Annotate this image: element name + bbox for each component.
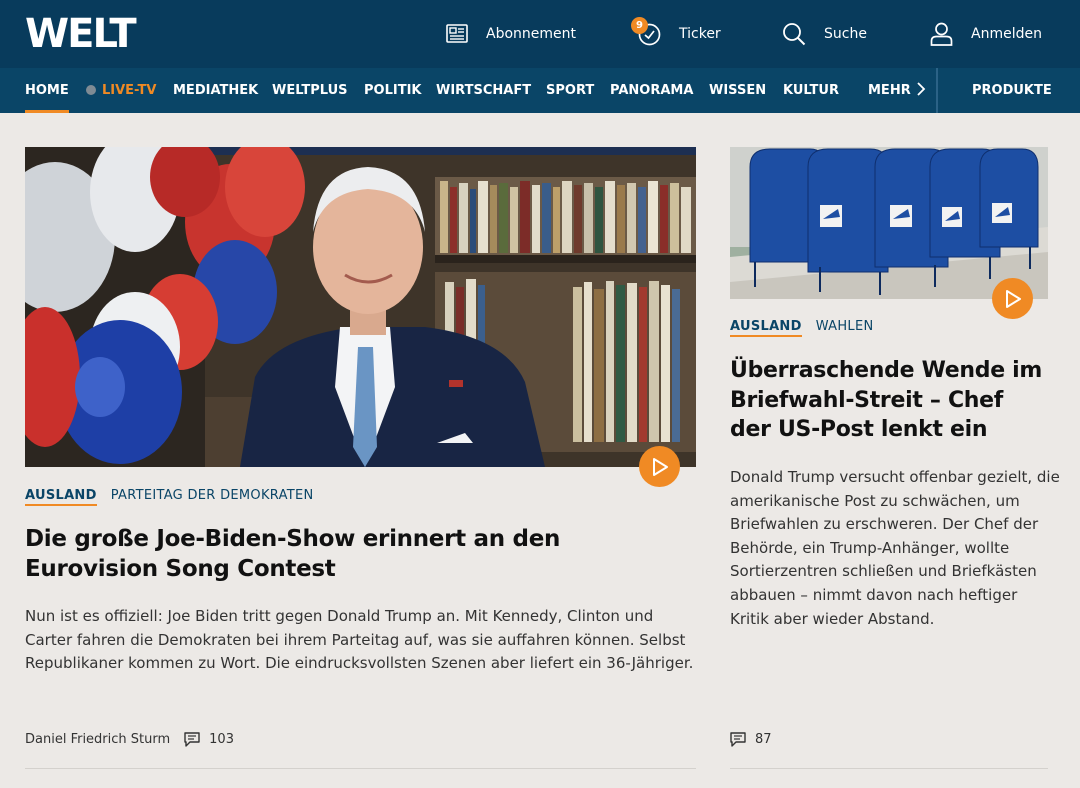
- side-article-headline[interactable]: Überraschende Wende im Briefwahl-Streit …: [730, 356, 1048, 445]
- nav-sport[interactable]: SPORT: [546, 68, 594, 113]
- nav-mehr-label: MEHR: [868, 83, 911, 98]
- main-article-comment-count[interactable]: 103: [209, 732, 234, 747]
- nav-live-tv[interactable]: LIVE-TV: [86, 68, 156, 113]
- nav-mediathek[interactable]: MEDIATHEK: [173, 68, 258, 113]
- nav-produkte[interactable]: PRODUKTE: [972, 68, 1052, 113]
- nav-panorama[interactable]: PANORAMA: [610, 68, 693, 113]
- side-article-topic[interactable]: WAHLEN: [816, 319, 874, 334]
- main-article-kicker: AUSLAND PARTEITAG DER DEMOKRATEN: [25, 488, 314, 506]
- nav-kultur[interactable]: KULTUR: [783, 68, 839, 113]
- subscription-label: Abonnement: [486, 26, 577, 42]
- user-icon: [930, 22, 953, 46]
- mailboxes-photo: [730, 147, 1048, 299]
- nav-wirtschaft[interactable]: WIRTSCHAFT: [436, 68, 531, 113]
- newspaper-icon: [446, 24, 468, 43]
- main-navigation: HOME LIVE-TV MEDIATHEK WELTPLUS POLITIK …: [0, 68, 1080, 113]
- main-article-divider: [25, 768, 696, 769]
- subscription-link[interactable]: Abonnement: [446, 18, 576, 50]
- live-dot-icon: [86, 85, 96, 95]
- login-label: Anmelden: [971, 26, 1042, 42]
- nav-live-tv-label: LIVE-TV: [102, 83, 157, 98]
- nav-divider: [936, 68, 938, 113]
- nav-weltplus[interactable]: WELTPLUS: [272, 68, 348, 113]
- main-article-topic[interactable]: PARTEITAG DER DEMOKRATEN: [111, 488, 314, 503]
- side-article-image[interactable]: [730, 147, 1048, 299]
- main-article-teaser[interactable]: Nun ist es offiziell: Joe Biden tritt ge…: [25, 605, 696, 676]
- search-label: Suche: [824, 26, 867, 42]
- main-article-image[interactable]: [25, 147, 696, 467]
- chevron-right-icon: [917, 82, 925, 96]
- ticker-label: Ticker: [679, 26, 721, 42]
- main-article-meta: Daniel Friedrich Sturm 103: [25, 732, 234, 747]
- side-article-divider: [730, 768, 1048, 769]
- side-video-play-button[interactable]: [992, 278, 1033, 319]
- biden-photo: [25, 147, 696, 467]
- comment-icon[interactable]: [730, 732, 746, 747]
- top-header: WELT Abonnement 9 Ticker Suche Anmelden: [0, 0, 1080, 68]
- main-article-headline[interactable]: Die große Joe-Biden-Show erinnert an den…: [25, 524, 696, 584]
- side-article-meta: 87: [730, 732, 772, 747]
- main-video-play-button[interactable]: [639, 446, 680, 487]
- play-icon: [1005, 289, 1021, 308]
- nav-politik[interactable]: POLITIK: [364, 68, 421, 113]
- main-article-author[interactable]: Daniel Friedrich Sturm: [25, 732, 170, 747]
- side-article-teaser[interactable]: Donald Trump versucht offenbar gezielt, …: [730, 466, 1060, 631]
- ticker-badge: 9: [631, 16, 648, 34]
- search-button[interactable]: Suche: [782, 18, 867, 50]
- comment-icon[interactable]: [184, 732, 200, 747]
- search-icon: [783, 23, 806, 46]
- nav-mehr[interactable]: MEHR: [868, 68, 926, 113]
- ticker-icon-wrap: 9: [631, 16, 661, 46]
- play-icon: [652, 457, 668, 476]
- side-article-kicker: AUSLAND WAHLEN: [730, 319, 874, 337]
- welt-logo[interactable]: WELT: [25, 14, 137, 54]
- nav-wissen[interactable]: WISSEN: [709, 68, 766, 113]
- side-article-comment-count[interactable]: 87: [755, 732, 772, 747]
- login-button[interactable]: Anmelden: [930, 18, 1042, 50]
- nav-home[interactable]: HOME: [25, 68, 69, 113]
- ticker-link[interactable]: 9 Ticker: [631, 16, 721, 50]
- side-article-section[interactable]: AUSLAND: [730, 319, 802, 337]
- main-article-section[interactable]: AUSLAND: [25, 488, 97, 506]
